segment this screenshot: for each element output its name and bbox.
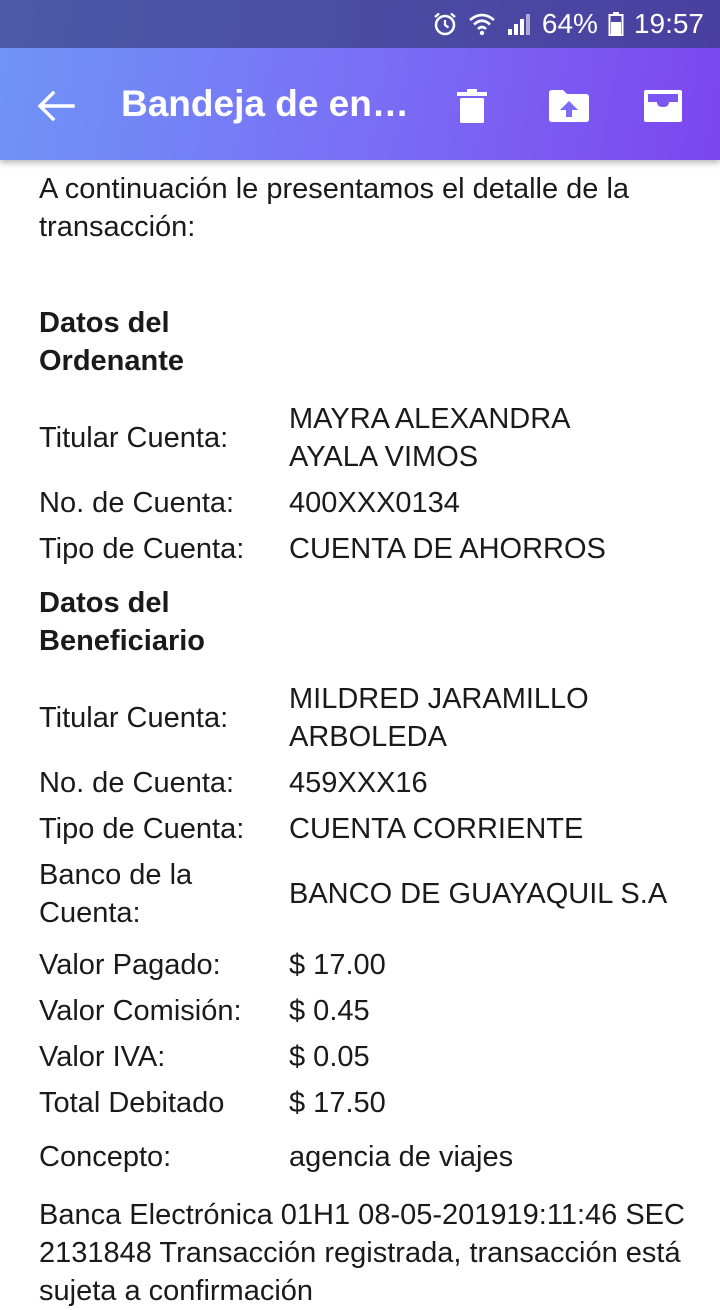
email-body: A continuación le presentamos el detalle… bbox=[39, 170, 689, 1310]
battery-icon bbox=[608, 11, 624, 37]
concepto-value: agencia de viajes bbox=[289, 1141, 514, 1173]
ordenante-tipo-label: Tipo de Cuenta: bbox=[39, 533, 245, 565]
beneficiario-banco-label: Banco de la Cuenta: bbox=[39, 859, 193, 929]
delete-button[interactable] bbox=[446, 80, 498, 132]
ordenante-titular-label: Titular Cuenta: bbox=[39, 422, 229, 454]
valor-iva-label: Valor IVA: bbox=[39, 1041, 166, 1073]
page-title: Bandeja de entrada bbox=[121, 83, 421, 124]
beneficiario-tipo-label: Tipo de Cuenta: bbox=[39, 813, 245, 845]
back-button[interactable] bbox=[32, 82, 80, 130]
total-debitado-row: Total Debitado $ 17.50 bbox=[39, 1084, 689, 1122]
ordenante-tipo-value: CUENTA DE AHORROS bbox=[289, 533, 606, 565]
archive-button[interactable] bbox=[637, 80, 689, 132]
beneficiario-banco-row: Banco de la Cuenta: BANCO DE GUAYAQUIL S… bbox=[39, 856, 689, 932]
beneficiario-titular-label: Titular Cuenta: bbox=[39, 702, 229, 734]
battery-percent: 64% bbox=[541, 8, 598, 39]
beneficiario-cuenta-value: 459XXX16 bbox=[289, 767, 428, 799]
move-button[interactable] bbox=[543, 80, 595, 132]
beneficiario-tipo-row: Tipo de Cuenta: CUENTA CORRIENTE bbox=[39, 810, 689, 848]
beneficiario-cuenta-label: No. de Cuenta: bbox=[39, 767, 235, 799]
valor-comision-label: Valor Comisión: bbox=[39, 995, 242, 1027]
move-to-folder-icon bbox=[549, 90, 589, 122]
app-bar: Bandeja de entrada bbox=[0, 48, 720, 160]
beneficiario-cuenta-row: No. de Cuenta: 459XXX16 bbox=[39, 764, 689, 802]
valor-comision-row: Valor Comisión: $ 0.45 bbox=[39, 992, 689, 1030]
wifi-icon bbox=[468, 11, 496, 37]
concepto-label: Concepto: bbox=[39, 1141, 172, 1173]
beneficiario-tipo-value: CUENTA CORRIENTE bbox=[289, 813, 584, 845]
ordenante-titular-row: Titular Cuenta: MAYRA ALEXANDRA AYALA VI… bbox=[39, 400, 689, 476]
ordenante-section-title: Datos del Ordenante bbox=[39, 307, 185, 377]
status-bar: 64% 19:57 bbox=[0, 0, 720, 48]
header: 64% 19:57 Bandeja de entrada bbox=[0, 0, 720, 160]
transaction-note: Banca Electrónica 01H1 08-05-201919:11:4… bbox=[39, 1199, 685, 1307]
valor-comision-value: $ 0.45 bbox=[289, 995, 370, 1027]
valor-pagado-row: Valor Pagado: $ 17.00 bbox=[39, 946, 689, 984]
intro-text: A continuación le presentamos el detalle… bbox=[39, 173, 630, 243]
clock: 19:57 bbox=[633, 8, 704, 39]
archive-icon bbox=[644, 90, 682, 122]
ordenante-cuenta-value: 400XXX0134 bbox=[289, 487, 460, 519]
valor-pagado-value: $ 17.00 bbox=[289, 949, 386, 981]
valor-pagado-label: Valor Pagado: bbox=[39, 949, 221, 981]
beneficiario-section-title: Datos del Beneficiario bbox=[39, 587, 205, 657]
ordenante-titular-value: MAYRA ALEXANDRA AYALA VIMOS bbox=[289, 403, 569, 473]
total-debitado-value: $ 17.50 bbox=[289, 1087, 386, 1119]
ordenante-cuenta-row: No. de Cuenta: 400XXX0134 bbox=[39, 484, 689, 522]
total-debitado-label: Total Debitado bbox=[39, 1087, 225, 1119]
valor-iva-value: $ 0.05 bbox=[289, 1041, 370, 1073]
ordenante-tipo-row: Tipo de Cuenta: CUENTA DE AHORROS bbox=[39, 530, 689, 568]
concepto-row: Concepto: agencia de viajes bbox=[39, 1138, 689, 1176]
valor-iva-row: Valor IVA: $ 0.05 bbox=[39, 1038, 689, 1076]
beneficiario-titular-value: MILDRED JARAMILLO ARBOLEDA bbox=[289, 683, 589, 753]
back-arrow-icon bbox=[37, 90, 75, 122]
ordenante-cuenta-label: No. de Cuenta: bbox=[39, 487, 235, 519]
beneficiario-titular-row: Titular Cuenta: MILDRED JARAMILLO ARBOLE… bbox=[39, 680, 689, 756]
alarm-icon bbox=[432, 11, 458, 37]
signal-icon bbox=[506, 11, 532, 37]
trash-icon bbox=[457, 89, 487, 123]
beneficiario-banco-value: BANCO DE GUAYAQUIL S.A bbox=[289, 878, 668, 910]
